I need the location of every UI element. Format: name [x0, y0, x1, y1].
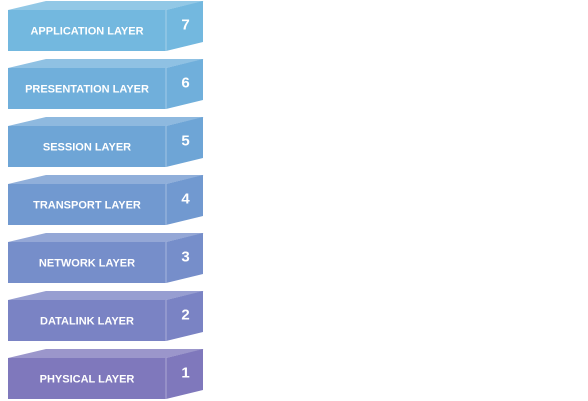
layer-number: 7 [181, 16, 189, 33]
osi-layer-stack: APPLICATION LAYER 7 PRESENTATION LAYER 6 SES… [8, 1, 204, 399]
layer-block: APPLICATION LAYER 7 [8, 1, 204, 51]
layer-label: PRESENTATION LAYER [25, 83, 149, 95]
layer-number: 6 [181, 74, 189, 91]
layer-label: TRANSPORT LAYER [33, 199, 141, 211]
layer-number: 1 [181, 364, 189, 381]
layer-block: SESSION LAYER 5 [8, 117, 204, 167]
layer-number: 3 [181, 248, 189, 265]
layer-label: SESSION LAYER [43, 141, 131, 153]
layer-label: APPLICATION LAYER [30, 25, 143, 37]
layer-block: PHYSICAL LAYER 1 [8, 349, 204, 399]
layer-number: 5 [181, 132, 189, 149]
layer-number: 2 [181, 306, 189, 323]
layer-block: NETWORK LAYER 3 [8, 233, 204, 283]
layer-block: PRESENTATION LAYER 6 [8, 59, 204, 109]
layer-block: TRANSPORT LAYER 4 [8, 175, 204, 225]
layer-label: NETWORK LAYER [39, 257, 135, 269]
layer-label: PHYSICAL LAYER [40, 373, 135, 385]
layer-label: DATALINK LAYER [40, 315, 134, 327]
layer-block: DATALINK LAYER 2 [8, 291, 204, 341]
layer-number: 4 [181, 190, 190, 207]
